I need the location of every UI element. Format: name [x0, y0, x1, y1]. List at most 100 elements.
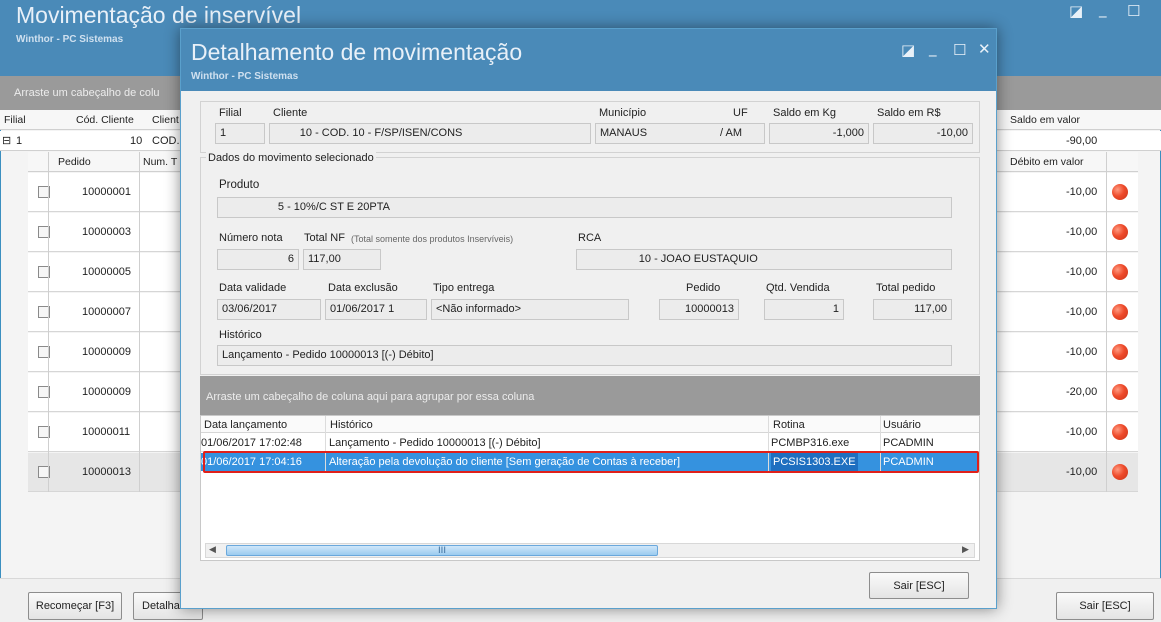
history-grid-header [201, 416, 979, 433]
expand-collapse-icon[interactable]: ⊟ [2, 134, 11, 147]
label-rca: RCA [578, 232, 602, 244]
row-debito: -10,00 [1066, 426, 1098, 438]
column-header-cliente[interactable]: Client [152, 114, 179, 126]
history-header-historico[interactable]: Histórico [330, 416, 373, 434]
column-header-saldo-valor[interactable]: Saldo em valor [1010, 114, 1080, 126]
field-rca-name: JOAO EUSTAQUIO [660, 253, 758, 265]
column-header-cod-cliente[interactable]: Cód. Cliente [76, 114, 134, 126]
field-pedido: 10000013 [659, 299, 739, 320]
label-pedido: Pedido [686, 282, 721, 294]
restart-button[interactable]: Recomeçar [F3] [28, 592, 122, 620]
field-rca: 10 - JOAO EUSTAQUIO [576, 249, 952, 270]
field-saldo-rs: -10,00 [873, 123, 973, 144]
row-pedido: 10000009 [82, 386, 131, 398]
summary-saldo-valor: -90,00 [1066, 135, 1098, 147]
column-header-pedido[interactable]: Pedido [58, 156, 91, 168]
dialog-subtitle: Winthor - PC Sistemas [191, 71, 299, 82]
history-header-rotina[interactable]: Rotina [773, 416, 805, 434]
label-saldo-kg: Saldo em Kg [773, 107, 836, 119]
row-debito: -10,00 [1066, 266, 1098, 278]
background-maximize-button[interactable]: ☐ [1127, 2, 1140, 20]
history-cell-historico: Lançamento - Pedido 10000013 [(-) Débito… [329, 437, 541, 449]
field-data-validade: 03/06/2017 [217, 299, 321, 320]
row-debito: -10,00 [1066, 186, 1098, 198]
grid-divider [1106, 152, 1107, 492]
row-debito: -20,00 [1066, 386, 1098, 398]
scroll-thumb[interactable]: III [226, 545, 658, 556]
field-rca-code: 10 [638, 253, 651, 265]
dialog-maximize-button[interactable]: ☐ [953, 41, 966, 59]
label-historico: Histórico [219, 329, 262, 341]
field-uf-value: / AM [720, 127, 743, 139]
field-cliente: 10 - COD. 10 - F/SP/ISEN/CONS [269, 123, 591, 144]
client-info-panel: Filial Cliente Município UF Saldo em Kg … [200, 101, 980, 153]
label-total-nf: Total NF [304, 232, 345, 244]
row-pedido: 10000007 [82, 306, 131, 318]
history-header-data[interactable]: Data lançamento [204, 416, 287, 434]
status-indicator-icon [1112, 304, 1128, 320]
history-group-hint: Arraste um cabeçalho de coluna aqui para… [206, 391, 535, 403]
status-indicator-icon [1112, 384, 1128, 400]
label-filial: Filial [219, 107, 242, 119]
field-total-pedido: 117,00 [873, 299, 952, 320]
history-cell-data: 01/06/2017 17:02:48 [201, 437, 302, 449]
dialog-minimize-button[interactable]: _ [929, 39, 937, 57]
label-municipio: Município [599, 107, 647, 119]
status-indicator-icon [1112, 264, 1128, 280]
background-window-title: Movimentação de inservível [16, 2, 302, 28]
uf-code: AM [725, 127, 743, 139]
column-header-num[interactable]: Num. T [143, 156, 177, 168]
field-produto-code: 5 [277, 201, 284, 213]
background-minimize-button[interactable]: _ [1099, 0, 1107, 18]
label-cliente: Cliente [273, 107, 308, 119]
field-numero-nota: 6 [217, 249, 299, 270]
history-cell-rotina: PCMBP316.exe [771, 437, 850, 449]
field-filial: 1 [215, 123, 265, 144]
row-pedido: 10000013 [82, 466, 131, 478]
field-separator: - [654, 253, 661, 265]
row-debito: -10,00 [1066, 346, 1098, 358]
history-group-panel[interactable]: Arraste um cabeçalho de coluna aqui para… [200, 376, 980, 415]
details-dialog: Detalhamento de movimentação Winthor - P… [180, 28, 997, 609]
field-separator: - [315, 127, 322, 139]
dialog-close-icon[interactable]: ✕ [978, 40, 991, 58]
row-pedido: 10000001 [82, 186, 131, 198]
background-window-subtitle: Winthor - PC Sistemas [16, 34, 124, 45]
field-municipio: MANAUS / AM [595, 123, 765, 144]
summary-cliente: COD. [152, 135, 180, 147]
label-produto: Produto [219, 179, 260, 191]
row-pedido: 10000009 [82, 346, 131, 358]
field-historico: Lançamento - Pedido 10000013 [(-) Débito… [217, 345, 952, 366]
label-uf: UF [733, 107, 748, 119]
dialog-title-bar[interactable]: Detalhamento de movimentação Winthor - P… [181, 29, 996, 91]
background-exit-button[interactable]: Sair [ESC] [1056, 592, 1154, 620]
label-tipo-entrega: Tipo entrega [433, 282, 495, 294]
row-debito: -10,00 [1066, 226, 1098, 238]
grid-divider [139, 152, 140, 492]
history-grid: Data lançamento Histórico Rotina Usuário… [200, 415, 980, 561]
background-restore-button[interactable]: ◪ [1069, 2, 1083, 20]
history-row[interactable]: 01/06/2017 17:02:48 Lançamento - Pedido … [201, 434, 979, 452]
horizontal-scrollbar[interactable]: ◀ III ▶ [205, 543, 975, 558]
row-pedido: 10000011 [82, 426, 131, 438]
scroll-left-icon[interactable]: ◀ [209, 545, 216, 555]
field-saldo-kg: -1,000 [769, 123, 869, 144]
dialog-exit-button[interactable]: Sair [ESC] [869, 572, 969, 599]
status-indicator-icon [1112, 424, 1128, 440]
history-header-usuario[interactable]: Usuário [883, 416, 921, 434]
highlight-box [203, 451, 979, 473]
label-numero-nota: Número nota [219, 232, 283, 244]
status-indicator-icon [1112, 224, 1128, 240]
label-total-pedido: Total pedido [876, 282, 936, 294]
dialog-restore-button[interactable]: ◪ [901, 41, 915, 59]
field-cliente-name: COD. 10 - F/SP/ISEN/CONS [321, 127, 463, 139]
scroll-right-icon[interactable]: ▶ [962, 545, 969, 555]
column-header-filial[interactable]: Filial [4, 114, 26, 126]
row-debito: -10,00 [1066, 306, 1098, 318]
field-data-exclusao: 01/06/2017 1 [325, 299, 427, 320]
column-header-debito[interactable]: Débito em valor [1010, 156, 1084, 168]
row-pedido: 10000005 [82, 266, 131, 278]
background-group-hint: Arraste um cabeçalho de colu [14, 87, 160, 99]
label-data-exclusao: Data exclusão [328, 282, 398, 294]
field-qtd-vendida: 1 [764, 299, 844, 320]
